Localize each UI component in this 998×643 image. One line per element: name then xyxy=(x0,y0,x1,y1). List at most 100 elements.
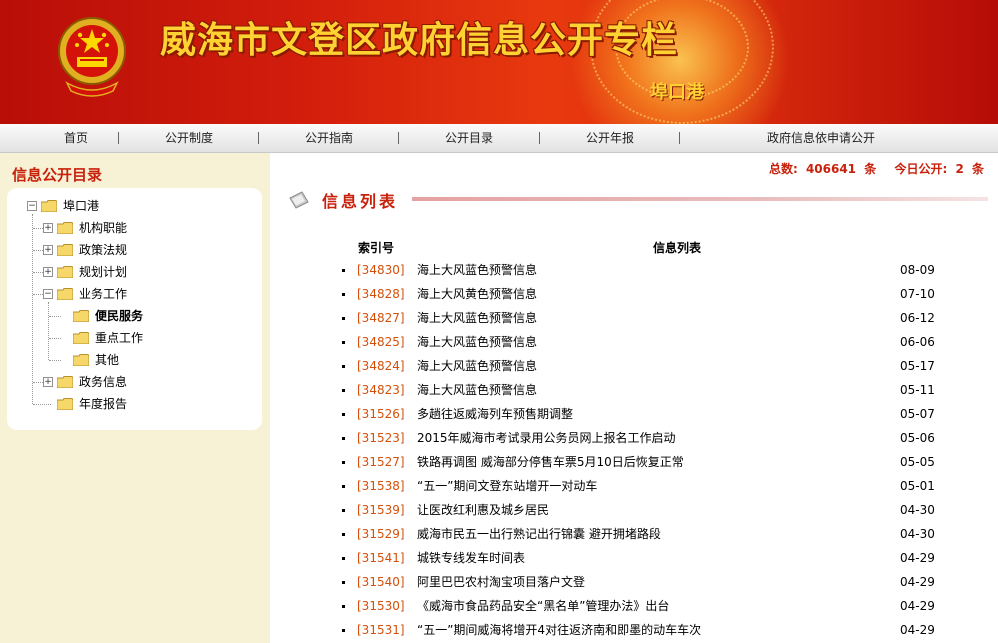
banner-title: 威海市文登区政府信息公开专栏 xyxy=(160,20,679,61)
item-title-link[interactable]: 城铁专线发车时间表 xyxy=(417,546,525,570)
tree-item-label: 便民服务 xyxy=(95,309,144,323)
item-title-link[interactable]: 铁路再调图 威海部分停售车票5月10日后恢复正常 xyxy=(417,450,684,474)
tree-line xyxy=(49,360,61,361)
item-date: 04-30 xyxy=(900,503,935,517)
folder-icon xyxy=(57,266,73,278)
folder-icon xyxy=(57,222,73,234)
list-item[interactable]: [31530] 《威海市食品药品安全“黑名单”管理办法》出台 04-29 xyxy=(270,594,998,618)
tree-line xyxy=(33,250,43,251)
tree-item-label: 政策法规 xyxy=(79,243,128,257)
item-index[interactable]: [31530] xyxy=(357,594,405,618)
item-title-link[interactable]: 让医改红利惠及城乡居民 xyxy=(417,498,549,522)
collapse-icon[interactable]: − xyxy=(43,289,53,299)
bullet-icon xyxy=(342,269,345,272)
today-unit: 条 xyxy=(971,162,984,176)
item-index[interactable]: [34830] xyxy=(357,258,405,282)
item-date: 05-17 xyxy=(900,359,935,373)
list-item[interactable]: [34824] 海上大风蓝色预警信息 05-17 xyxy=(270,354,998,378)
folder-icon xyxy=(73,332,89,344)
item-title-link[interactable]: 海上大风蓝色预警信息 xyxy=(417,354,537,378)
today-value: 2 xyxy=(955,162,964,176)
item-title-link[interactable]: 阿里巴巴农村淘宝项目落户文登 xyxy=(417,570,585,594)
item-title-link[interactable]: 海上大风蓝色预警信息 xyxy=(417,330,537,354)
tree-item-label: 其他 xyxy=(95,353,120,367)
item-title-link[interactable]: 威海市民五一出行熟记出行锦囊 避开拥堵路段 xyxy=(417,522,661,546)
list-item[interactable]: [34823] 海上大风蓝色预警信息 05-11 xyxy=(270,378,998,402)
item-index[interactable]: [34824] xyxy=(357,354,405,378)
list-item[interactable]: [31538] “五一”期间文登东站增开一对动车 05-01 xyxy=(270,474,998,498)
item-date: 08-09 xyxy=(900,263,935,277)
nav-disclosure-guide[interactable]: 公开指南 xyxy=(290,124,368,152)
tree-line xyxy=(33,294,43,295)
expand-icon[interactable]: + xyxy=(43,245,53,255)
list-item[interactable]: [31526] 多趟往返威海列车预售期调整 05-07 xyxy=(270,402,998,426)
item-index[interactable]: [31540] xyxy=(357,570,405,594)
item-title-link[interactable]: “五一”期间文登东站增开一对动车 xyxy=(417,474,597,498)
list-item[interactable]: [31529] 威海市民五一出行熟记出行锦囊 避开拥堵路段 04-30 xyxy=(270,522,998,546)
national-emblem-icon xyxy=(58,17,126,97)
title-underline xyxy=(412,197,988,201)
nav-home[interactable]: 首页 xyxy=(48,124,104,152)
item-title-link[interactable]: 多趟往返威海列车预售期调整 xyxy=(417,402,573,426)
list-item[interactable]: [31541] 城铁专线发车时间表 04-29 xyxy=(270,546,998,570)
item-index[interactable]: [31539] xyxy=(357,498,405,522)
tree-line xyxy=(33,382,43,383)
list-item[interactable]: [34830] 海上大风蓝色预警信息 08-09 xyxy=(270,258,998,282)
item-index[interactable]: [34828] xyxy=(357,282,405,306)
list-item[interactable]: [31540] 阿里巴巴农村淘宝项目落户文登 04-29 xyxy=(270,570,998,594)
nav-annual-report[interactable]: 公开年报 xyxy=(571,124,649,152)
list-item[interactable]: [31539] 让医改红利惠及城乡居民 04-30 xyxy=(270,498,998,522)
item-title-link[interactable]: 海上大风蓝色预警信息 xyxy=(417,258,537,282)
item-index[interactable]: [31529] xyxy=(357,522,405,546)
list-item[interactable]: [34827] 海上大风蓝色预警信息 06-12 xyxy=(270,306,998,330)
item-index[interactable]: [31523] xyxy=(357,426,405,450)
collapse-icon[interactable]: − xyxy=(27,201,37,211)
item-index[interactable]: [31526] xyxy=(357,402,405,426)
bullet-icon xyxy=(342,557,345,560)
item-date: 04-30 xyxy=(900,527,935,541)
list-item[interactable]: [31527] 铁路再调图 威海部分停售车票5月10日后恢复正常 05-05 xyxy=(270,450,998,474)
nav-disclosure-catalog[interactable]: 公开目录 xyxy=(430,124,508,152)
expand-icon[interactable]: + xyxy=(43,267,53,277)
tree-line xyxy=(32,214,33,404)
folder-icon xyxy=(57,288,73,300)
bullet-icon xyxy=(342,437,345,440)
tree-line xyxy=(49,316,61,317)
total-label: 总数: xyxy=(768,162,798,176)
bullet-icon xyxy=(342,461,345,464)
sidebar: 信息公开目录 − 埠口港 + 机构职能 + 政策法规 + 规划计划 − 业务工作… xyxy=(0,153,270,643)
folder-icon xyxy=(57,398,73,410)
item-index[interactable]: [31541] xyxy=(357,546,405,570)
tree-item-label: 政务信息 xyxy=(79,375,128,389)
tree-item-label: 规划计划 xyxy=(79,265,128,279)
expand-icon[interactable]: + xyxy=(43,223,53,233)
nav-separator xyxy=(679,132,680,144)
list-item[interactable]: [31531] “五一”期间威海将增开4对往返济南和即墨的动车车次 04-29 xyxy=(270,618,998,642)
item-index[interactable]: [34825] xyxy=(357,330,405,354)
nav-request-disclosure[interactable]: 政府信息依申请公开 xyxy=(748,124,894,152)
item-title-link[interactable]: 2015年威海市考试录用公务员网上报名工作启动 xyxy=(417,426,676,450)
list-title: 信息列表 xyxy=(322,192,399,211)
item-title-link[interactable]: 海上大风蓝色预警信息 xyxy=(417,306,537,330)
list-item[interactable]: [34828] 海上大风黄色预警信息 07-10 xyxy=(270,282,998,306)
expand-icon[interactable]: + xyxy=(43,377,53,387)
item-title-link[interactable]: 海上大风蓝色预警信息 xyxy=(417,378,537,402)
item-date: 05-05 xyxy=(900,455,935,469)
item-title-link[interactable]: “五一”期间威海将增开4对往返济南和即墨的动车车次 xyxy=(417,618,701,642)
item-title-link[interactable]: 《威海市食品药品安全“黑名单”管理办法》出台 xyxy=(417,594,669,618)
item-date: 06-06 xyxy=(900,335,935,349)
item-index[interactable]: [31538] xyxy=(357,474,405,498)
item-date: 05-07 xyxy=(900,407,935,421)
list-item[interactable]: [31523] 2015年威海市考试录用公务员网上报名工作启动 05-06 xyxy=(270,426,998,450)
nav-disclosure-system[interactable]: 公开制度 xyxy=(150,124,228,152)
main-content: 总数: 406641 条 今日公开: 2 条 信息列表 索引号 信息列表 [34… xyxy=(270,153,998,643)
item-title-link[interactable]: 海上大风黄色预警信息 xyxy=(417,282,537,306)
item-index[interactable]: [34827] xyxy=(357,306,405,330)
list-item[interactable]: [34825] 海上大风蓝色预警信息 06-06 xyxy=(270,330,998,354)
tree-item-label: 埠口港 xyxy=(63,199,100,213)
item-index[interactable]: [31527] xyxy=(357,450,405,474)
item-index[interactable]: [34823] xyxy=(357,378,405,402)
tree-line xyxy=(33,272,43,273)
column-header-index: 索引号 xyxy=(358,241,395,255)
item-index[interactable]: [31531] xyxy=(357,618,405,642)
